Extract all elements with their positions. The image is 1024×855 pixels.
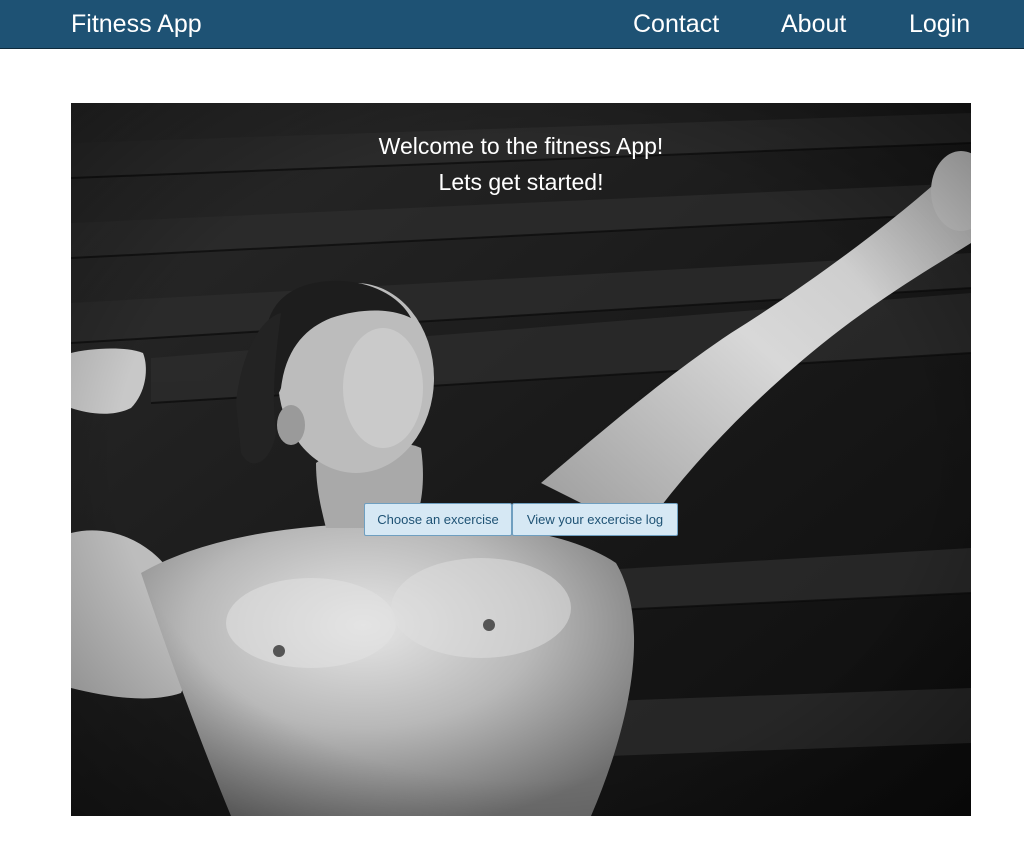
view-exercise-log-button[interactable]: View your excercise log: [512, 503, 678, 536]
choose-exercise-button[interactable]: Choose an excercise: [364, 503, 512, 536]
hero-bodybuilder-image: [71, 103, 971, 816]
top-navbar: Fitness App Contact About Login: [0, 0, 1024, 49]
nav-contact-link[interactable]: Contact: [633, 8, 719, 40]
hero-banner: Welcome to the fitness App! Lets get sta…: [71, 103, 971, 816]
action-button-group: Choose an excercise View your excercise …: [364, 503, 678, 536]
nav-about-link[interactable]: About: [781, 8, 846, 40]
tagline-text: Lets get started!: [438, 169, 604, 195]
welcome-heading: Welcome to the fitness App!: [378, 133, 664, 159]
nav-login-link[interactable]: Login: [909, 8, 970, 40]
brand-link[interactable]: Fitness App: [71, 8, 202, 40]
